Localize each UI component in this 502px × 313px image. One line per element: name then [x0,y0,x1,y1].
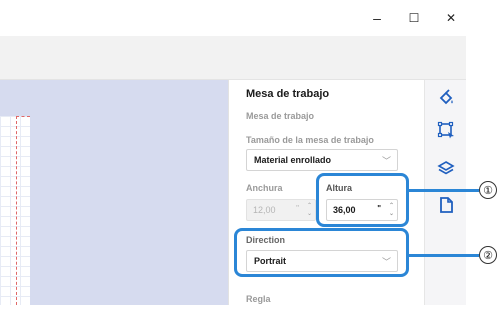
mat-boundary [16,116,30,305]
paint-bucket-icon [439,89,453,105]
maximize-icon: ☐ [408,11,420,25]
crop-select-icon [437,121,454,139]
paint-bucket-button[interactable] [433,86,459,110]
callout-leader-1 [409,189,479,192]
crop-select-button[interactable] [433,118,459,142]
minimize-button[interactable]: – [364,6,390,30]
width-value: 12,00 [253,205,276,215]
width-label: Anchura [246,183,283,193]
width-unit: " [296,204,299,213]
height-callout-frame [316,173,409,227]
layers-icon [437,161,455,175]
title-bar [0,0,466,36]
ruler-label: Regla [246,294,271,304]
document-icon [440,197,453,213]
document-button[interactable] [433,193,459,217]
canvas-area[interactable] [0,80,228,305]
chevron-down-icon: ﹀ [381,156,391,166]
callout-number-1: ① [479,181,497,199]
panel-title: Mesa de trabajo [246,88,330,100]
section-heading: Mesa de trabajo [246,111,315,121]
stepper-arrows-icon[interactable]: ⌃ ⌄ [307,202,312,218]
direction-callout-frame [234,228,409,277]
close-icon: ✕ [445,11,457,25]
layers-button[interactable] [433,157,459,181]
mat-size-value: Material enrollado [254,155,332,165]
maximize-button[interactable]: ☐ [401,6,427,30]
toolbar [0,36,466,80]
width-field[interactable]: 12,00 " ⌃ ⌄ [246,199,316,221]
callout-number-2: ② [479,246,497,264]
close-button[interactable]: ✕ [438,6,464,30]
callout-leader-2 [409,254,479,257]
mat-size-label: Tamaño de la mesa de trabajo [246,135,374,145]
bottom-margin [0,305,466,313]
mat-size-select[interactable]: Material enrollado ﹀ [246,149,398,171]
minimize-icon: – [373,10,381,26]
